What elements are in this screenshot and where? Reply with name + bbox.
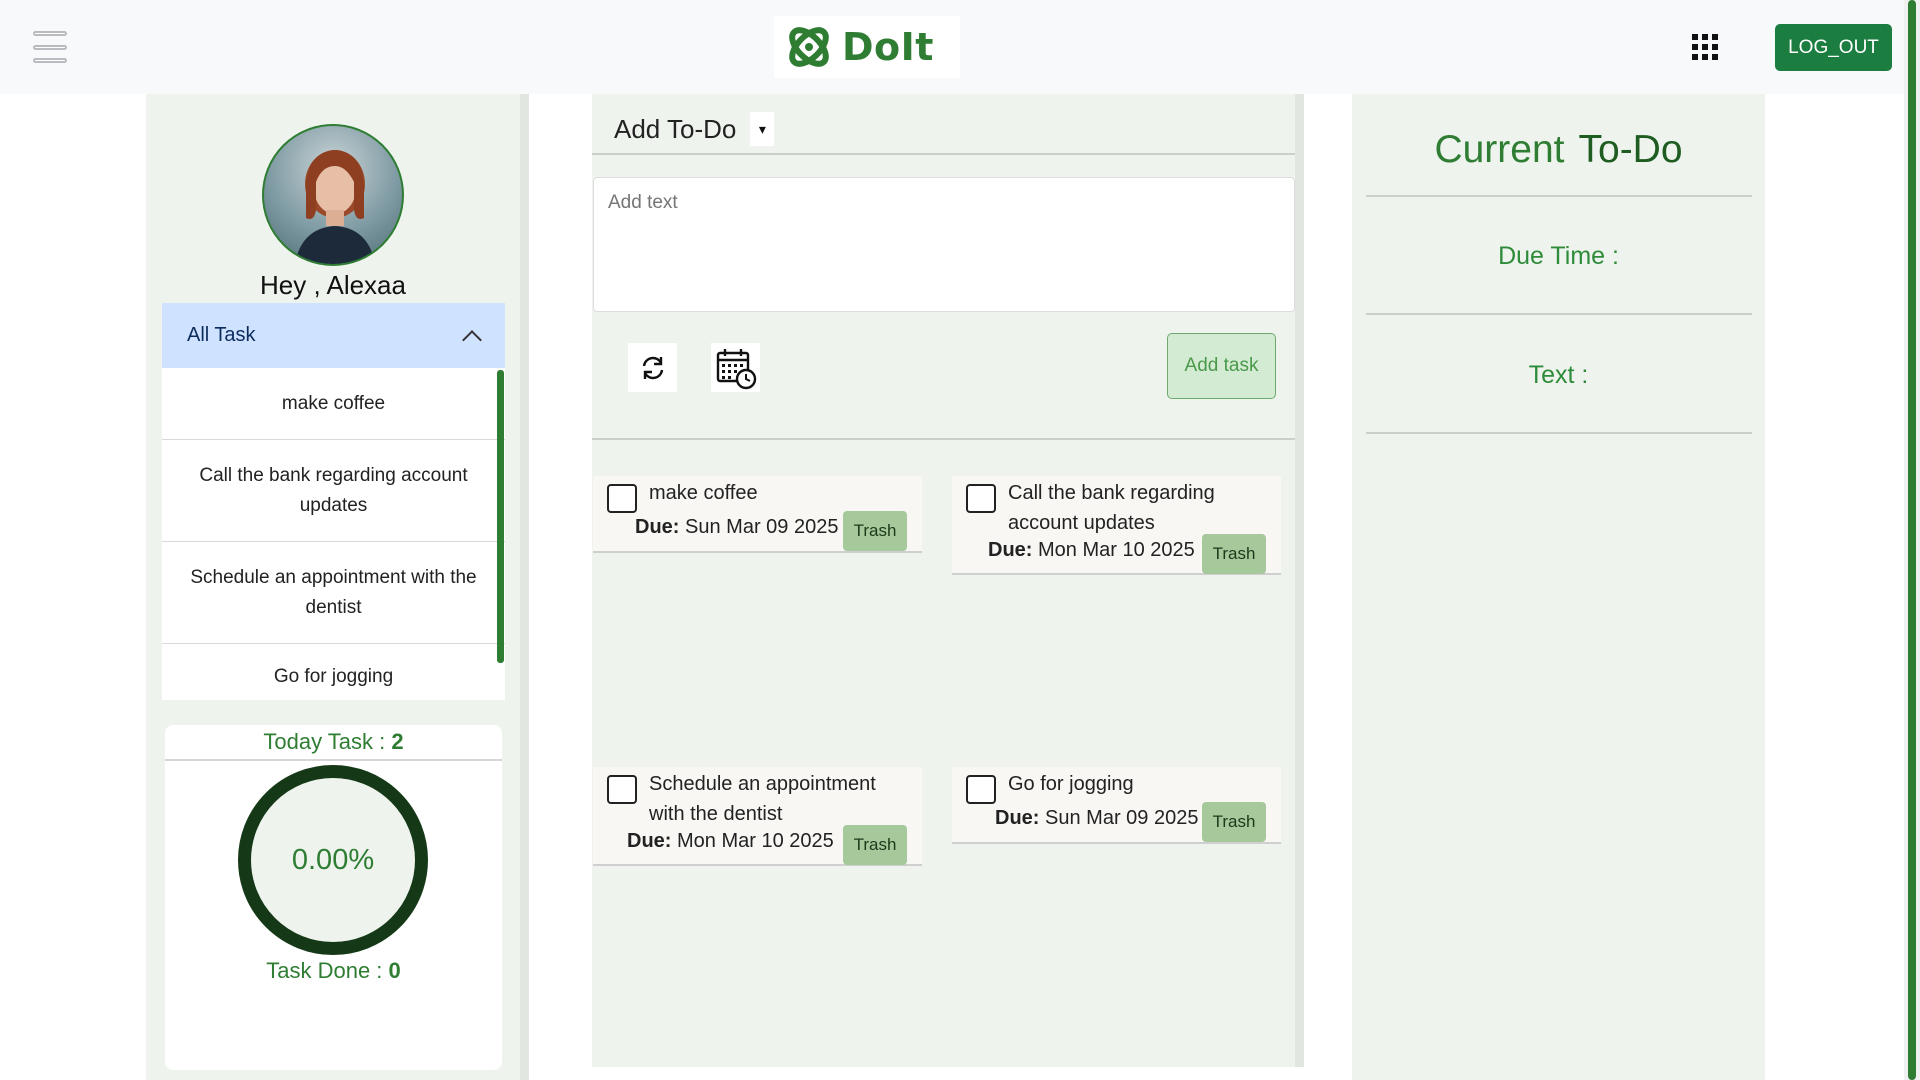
- brand-logo[interactable]: DoIt: [774, 16, 960, 78]
- divider: [592, 438, 1295, 440]
- add-task-button[interactable]: Add task: [1167, 333, 1276, 399]
- task-card[interactable]: Call the bank regarding account updates …: [952, 476, 1281, 575]
- divider: [1366, 195, 1752, 197]
- atom-logo-icon: [789, 27, 829, 67]
- list-item[interactable]: Call the bank regarding account updates: [162, 440, 505, 542]
- refresh-button[interactable]: [628, 343, 677, 392]
- stats-card: Today Task : 2 0.00% Task Done : 0: [165, 725, 502, 1070]
- task-card[interactable]: Schedule an appointment with the dentist…: [593, 767, 922, 866]
- greeting-text: Hey , Alexaa: [260, 270, 406, 300]
- trash-button[interactable]: Trash: [843, 825, 907, 865]
- task-checkbox[interactable]: [966, 484, 996, 513]
- accordion-title: All Task: [187, 324, 256, 346]
- task-card-title: make coffee: [649, 482, 758, 504]
- trash-button[interactable]: Trash: [1202, 534, 1266, 574]
- task-done-label: Task Done :: [266, 958, 389, 983]
- progress-percent: 0.00%: [291, 843, 375, 876]
- today-task-count: 2: [391, 729, 404, 754]
- divider: [592, 153, 1295, 155]
- due-label: Due:: [627, 830, 672, 852]
- sidebar-divider: [520, 94, 529, 1080]
- chevron-up-icon[interactable]: [462, 329, 482, 350]
- current-todo-title: Current To-Do: [1352, 128, 1765, 172]
- progress-ring: 0.00%: [238, 765, 428, 955]
- sidebar-task-list[interactable]: make coffee Call the bank regarding acco…: [162, 368, 505, 700]
- task-card[interactable]: Go for jogging Due: Sun Mar 09 2025 Tras…: [952, 767, 1281, 844]
- task-list-scrollbar[interactable]: [497, 370, 504, 663]
- task-card-title: Call the bank regarding account updates: [1008, 482, 1215, 534]
- task-card-due: Due: Mon Mar 10 2025: [988, 539, 1195, 562]
- task-done-stat: Task Done : 0: [165, 958, 502, 984]
- avatar-portrait: [294, 150, 376, 264]
- calendar-clock-icon: [716, 348, 756, 389]
- avatar: [262, 124, 404, 266]
- trash-button[interactable]: Trash: [843, 511, 907, 551]
- due-label: Due:: [995, 807, 1040, 829]
- refresh-icon: [642, 356, 663, 379]
- top-navbar: DoIt LOG_OUT: [0, 0, 1920, 94]
- due-date: Mon Mar 10 2025: [677, 830, 834, 852]
- today-task-stat: Today Task : 2: [165, 729, 502, 755]
- current-word: Current: [1434, 128, 1565, 171]
- task-checkbox[interactable]: [607, 484, 637, 513]
- main-divider: [1295, 94, 1304, 1067]
- add-todo-header: Add To-Do ▾: [614, 112, 775, 146]
- due-label: Due:: [988, 539, 1033, 561]
- add-todo-title: Add To-Do: [614, 113, 737, 144]
- task-card-due: Due: Sun Mar 09 2025: [635, 516, 838, 539]
- page-scrollbar-thumb[interactable]: [1908, 0, 1916, 1080]
- task-checkbox[interactable]: [966, 775, 996, 804]
- today-task-label: Today Task :: [263, 729, 392, 754]
- due-date: Sun Mar 09 2025: [1045, 807, 1199, 829]
- task-card-due: Due: Mon Mar 10 2025: [627, 830, 834, 853]
- divider: [165, 759, 502, 761]
- list-item[interactable]: Schedule an appointment with the dentist: [162, 542, 505, 644]
- dropdown-toggle[interactable]: ▾: [750, 112, 775, 146]
- due-label: Due:: [635, 516, 680, 538]
- grid-apps-icon[interactable]: [1692, 34, 1720, 62]
- task-card-title: Go for jogging: [1008, 773, 1134, 795]
- task-card-title: Schedule an appointment with the dentist: [649, 773, 876, 825]
- task-card-due: Due: Sun Mar 09 2025: [995, 807, 1198, 830]
- task-checkbox[interactable]: [607, 775, 637, 804]
- logout-button[interactable]: LOG_OUT: [1775, 24, 1892, 71]
- brand-name: DoIt: [842, 25, 934, 69]
- divider: [1366, 432, 1752, 434]
- calendar-button[interactable]: [711, 343, 760, 392]
- due-date: Sun Mar 09 2025: [685, 516, 839, 538]
- todo-word: To-Do: [1578, 128, 1683, 171]
- due-time-label: Due Time :: [1498, 242, 1619, 270]
- list-item[interactable]: make coffee: [162, 368, 505, 440]
- divider: [1366, 313, 1752, 315]
- list-item[interactable]: Go for jogging: [162, 644, 505, 700]
- trash-button[interactable]: Trash: [1202, 802, 1266, 842]
- task-done-count: 0: [388, 958, 401, 983]
- all-task-accordion-header[interactable]: All Task: [162, 303, 505, 368]
- due-date: Mon Mar 10 2025: [1038, 539, 1195, 561]
- task-text-input[interactable]: [593, 177, 1295, 312]
- task-card[interactable]: make coffee Due: Sun Mar 09 2025 Trash: [593, 476, 922, 553]
- text-label: Text :: [1528, 361, 1589, 389]
- hamburger-icon[interactable]: [33, 30, 67, 64]
